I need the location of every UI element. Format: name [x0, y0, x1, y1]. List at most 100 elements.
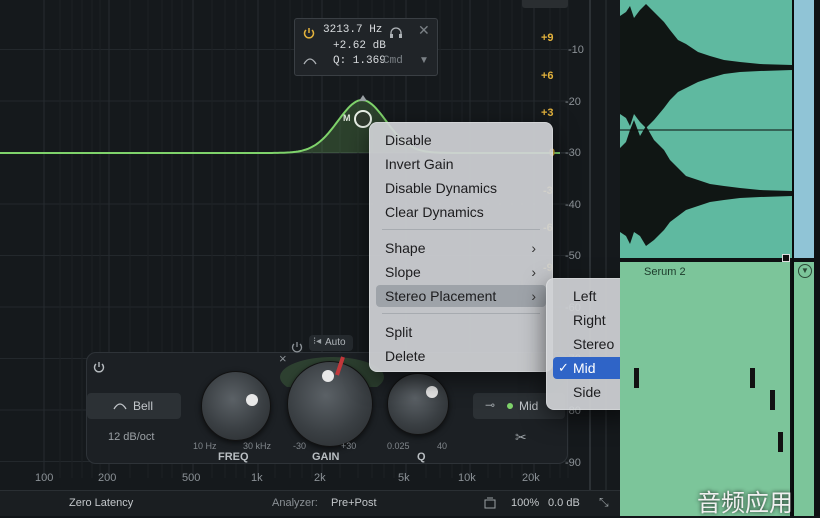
menu-item-stereo-placement-label: Stereo Placement: [385, 288, 497, 304]
menu-item-disable[interactable]: Disable: [376, 129, 546, 151]
output-meter-tab[interactable]: [522, 0, 568, 8]
auto-gain-label: Auto: [325, 337, 346, 348]
menu-item-invert-gain[interactable]: Invert Gain: [376, 153, 546, 175]
menu-item-split[interactable]: Split: [376, 321, 546, 343]
band-info-tooltip: 3213.7 Hz +2.62 dB Q: 1.369 Cmd ✕ ▼: [294, 18, 438, 76]
bell-shape-icon: [113, 403, 127, 410]
db-scale-label: -40: [565, 199, 581, 211]
db-scale-label: -10: [568, 44, 584, 56]
submenu-item-mid-label: Mid: [573, 360, 596, 376]
slope-label[interactable]: 12 dB/oct: [108, 431, 154, 443]
menu-item-shape-label: Shape: [385, 240, 426, 256]
shape-button[interactable]: Bell: [87, 393, 181, 419]
auto-gain-icon: ⁝◂: [313, 336, 322, 347]
gain-reset-close-icon[interactable]: ×: [279, 351, 287, 366]
analyzer-mode[interactable]: Pre+Post: [331, 497, 377, 509]
frequency-label: 200: [98, 472, 117, 484]
db-scale-label: -50: [565, 250, 581, 262]
submenu-item-mid[interactable]: ✓ Mid: [553, 357, 627, 379]
menu-item-disable-dynamics[interactable]: Disable Dynamics: [376, 177, 546, 199]
stereo-active-dot: [507, 403, 513, 409]
submenu-item-right[interactable]: Right: [553, 309, 627, 331]
band-node-label: M: [343, 113, 351, 123]
midi-learn-icon[interactable]: [484, 497, 496, 509]
latency-mode[interactable]: Zero Latency: [69, 497, 133, 509]
q-knob[interactable]: [387, 373, 449, 435]
status-bar: Zero Latency Analyzer: Pre+Post 100% 0.0…: [0, 490, 620, 516]
stereo-link-icon: ⊸: [485, 398, 496, 412]
stereo-placement-label: Mid: [519, 399, 539, 413]
track-strip[interactable]: [794, 262, 814, 516]
menu-item-shape[interactable]: Shape ›: [376, 237, 546, 259]
frequency-label: 500: [182, 472, 201, 484]
chevron-right-icon: ›: [531, 288, 536, 304]
menu-item-slope[interactable]: Slope ›: [376, 261, 546, 283]
headphones-icon[interactable]: [389, 27, 403, 39]
bell-shape-icon[interactable]: [303, 56, 317, 66]
close-icon[interactable]: ✕: [418, 22, 430, 39]
audio-clip[interactable]: [620, 0, 792, 258]
submenu-item-side[interactable]: Side: [553, 381, 627, 403]
db-scale-label: -90: [565, 457, 581, 469]
chevron-right-icon: ›: [531, 240, 536, 256]
q-max-label: 40: [437, 441, 448, 451]
scissors-icon[interactable]: ✂: [515, 429, 527, 446]
band-cmd-hint: Cmd: [383, 55, 403, 67]
zoom-level[interactable]: 100%: [511, 497, 539, 509]
menu-item-slope-label: Slope: [385, 264, 421, 280]
gain-caption: GAIN: [312, 451, 340, 463]
q-caption: Q: [417, 451, 426, 463]
analyzer-label: Analyzer:: [272, 497, 318, 509]
freq-knob-indicator: [246, 394, 258, 406]
menu-item-delete[interactable]: Delete: [376, 345, 546, 367]
menu-item-stereo-placement[interactable]: Stereo Placement ›: [376, 285, 546, 307]
freq-min-label: 10 Hz: [193, 441, 217, 451]
db-scale-label: -30: [565, 147, 581, 159]
clip-options-icon[interactable]: ▼: [798, 264, 812, 278]
chevron-down-icon[interactable]: ▼: [419, 55, 429, 66]
freq-max-label: 30 kHz: [243, 441, 272, 451]
power-icon[interactable]: [303, 27, 315, 39]
midi-note[interactable]: [770, 390, 775, 410]
shape-label: Bell: [133, 399, 154, 413]
gain-scale-label: +6: [541, 70, 554, 82]
clip-name: Serum 2: [644, 266, 686, 278]
watermark: 音频应用: [697, 490, 793, 517]
band-context-menu: Disable Invert Gain Disable Dynamics Cle…: [369, 122, 553, 372]
gain-min-label: -30: [293, 441, 307, 451]
frequency-label: 2k: [314, 472, 326, 484]
frequency-label: 1k: [251, 472, 263, 484]
menu-separator: [382, 313, 540, 314]
gain-knob[interactable]: [287, 361, 373, 447]
q-min-label: 0.025: [387, 441, 410, 451]
submenu-item-left[interactable]: Left: [553, 285, 627, 307]
db-scale-label: -20: [565, 96, 581, 108]
freq-knob[interactable]: [201, 371, 271, 441]
auto-gain-button[interactable]: ⁝◂ Auto: [309, 335, 353, 351]
gain-scale-label: +3: [541, 107, 554, 119]
gain-power-icon[interactable]: [291, 341, 303, 353]
band-frequency-value[interactable]: 3213.7 Hz: [323, 24, 382, 36]
daw-arrangement: Serum 2 ▼: [620, 0, 820, 516]
midi-note[interactable]: [778, 432, 783, 452]
band-node-arrow-icon: [359, 95, 367, 101]
track-strip[interactable]: [794, 0, 814, 258]
band-power-icon[interactable]: [93, 361, 105, 373]
gain-knob-marker: [335, 356, 345, 376]
clip-resize-handle[interactable]: [782, 254, 790, 262]
output-gain[interactable]: 0.0 dB: [548, 497, 580, 509]
midi-note[interactable]: [750, 368, 755, 388]
checkmark-icon: ✓: [558, 360, 569, 375]
band-node[interactable]: [354, 110, 372, 128]
gain-max-label: +30: [341, 441, 357, 451]
menu-item-clear-dynamics[interactable]: Clear Dynamics: [376, 201, 546, 223]
band-q-value[interactable]: Q: 1.369: [333, 55, 386, 67]
band-gain-value[interactable]: +2.62 dB: [333, 40, 386, 52]
frequency-label: 100: [35, 472, 54, 484]
resize-icon[interactable]: ⤡: [599, 495, 609, 510]
q-knob-indicator: [426, 386, 438, 398]
frequency-label: 5k: [398, 472, 410, 484]
submenu-item-stereo[interactable]: Stereo: [553, 333, 627, 355]
midi-clip[interactable]: Serum 2: [620, 262, 790, 516]
midi-note[interactable]: [634, 368, 639, 388]
